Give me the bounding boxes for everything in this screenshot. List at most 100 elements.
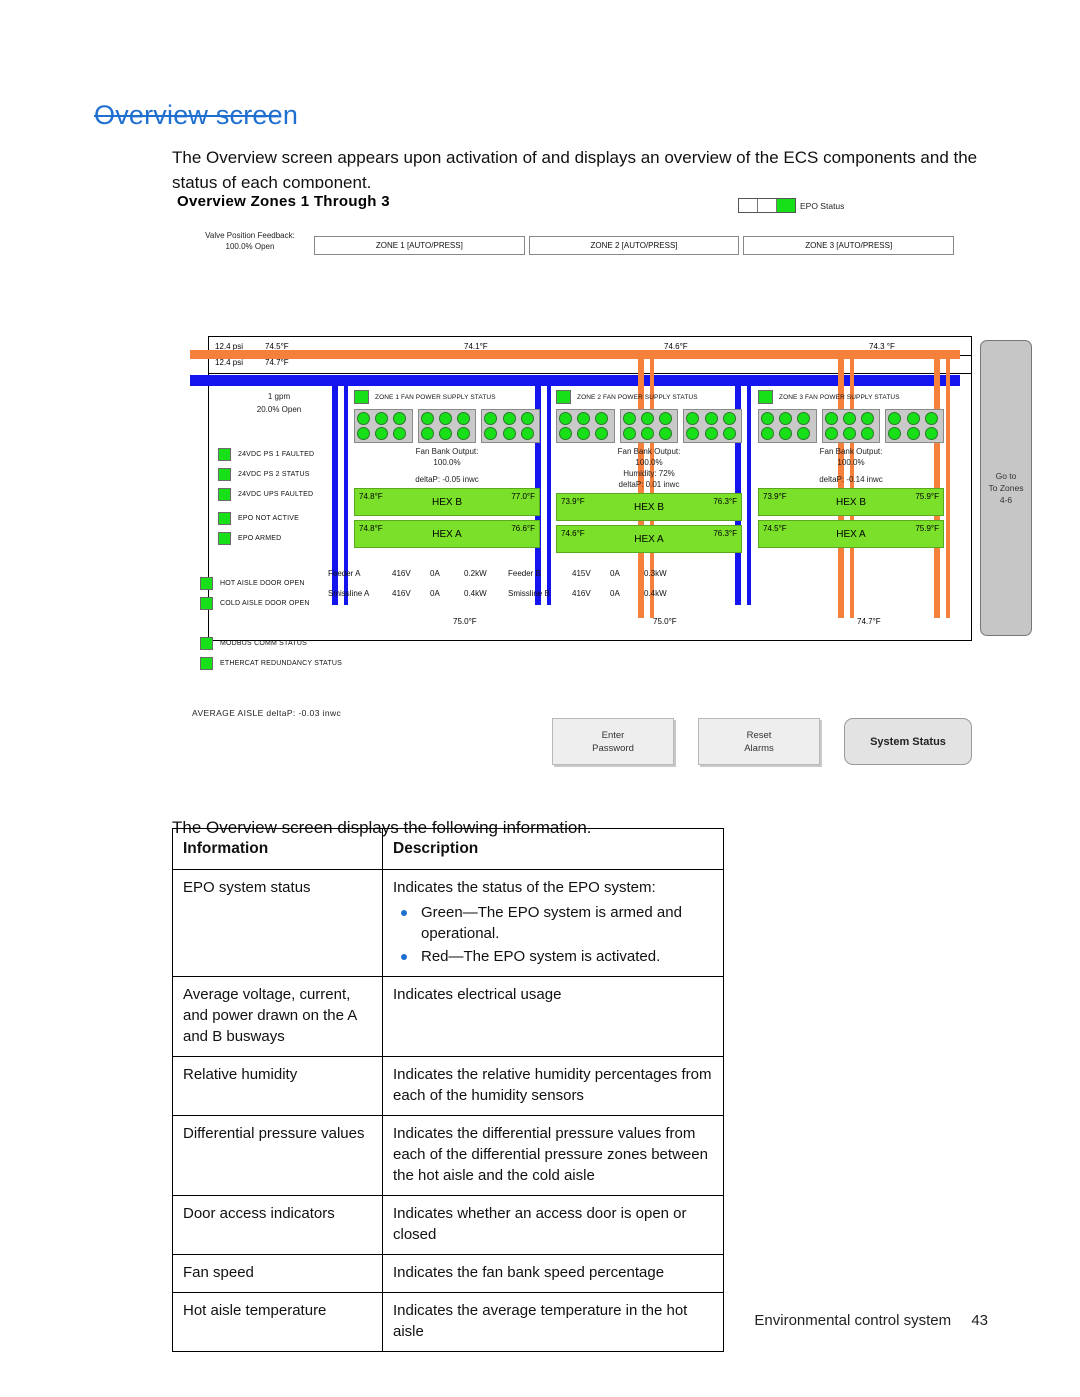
smissline-b-name: Smissline B xyxy=(508,589,550,598)
electrical-readout: Feeder A 416V 0A 0.2kW Feeder B 415V 0A … xyxy=(328,569,688,598)
fan-icon xyxy=(622,412,636,425)
status-lamp-icon xyxy=(218,447,231,461)
fan-bank-output-value: 100.0% xyxy=(433,458,461,467)
valve-feedback-value: 100.0% Open xyxy=(225,242,275,251)
fan-icon xyxy=(761,412,774,425)
hex-inlet-temp: 74.8°F xyxy=(359,492,383,501)
zone-3-cold-aisle-temp: 74.7°F xyxy=(857,617,881,626)
fan-icon xyxy=(761,427,774,440)
fan-icon xyxy=(686,412,700,425)
row-info: Door access indicators xyxy=(172,1195,383,1255)
lamp-row: EPO NOT ACTIVE xyxy=(218,511,314,525)
hex-outlet-temp: 75.9°F xyxy=(915,492,939,501)
zone-3-power-supply-status: ZONE 3 FAN POWER SUPPLY STATUS xyxy=(758,390,944,404)
fan-icon xyxy=(502,412,516,425)
hex-name: HEX B xyxy=(835,496,866,508)
fan-icon xyxy=(779,427,793,440)
return-pressure: 12.4 psi xyxy=(215,358,244,367)
hex-outlet-temp: 76.6°F xyxy=(511,524,535,533)
hex-outlet-temp: 77.0°F xyxy=(511,492,535,501)
zone-3-fan-output: Fan Bank Output: 100.0% xyxy=(758,446,944,468)
fan-bank xyxy=(683,409,743,443)
lamp-label: HOT AISLE DOOR OPEN xyxy=(220,579,305,587)
fan-icon xyxy=(457,412,471,425)
zone-header-row: ZONE 1 [AUTO/PRESS] ZONE 2 [AUTO/PRESS] … xyxy=(314,236,955,255)
epo-status-label: EPO Status xyxy=(800,200,845,211)
zone-3-header-button[interactable]: ZONE 3 [AUTO/PRESS] xyxy=(743,236,955,255)
footer-page-number: 43 xyxy=(971,1312,988,1329)
information-table: Information Description EPO system statu… xyxy=(172,828,724,1352)
row-info: Average voltage, current, and power draw… xyxy=(172,976,383,1057)
fan-icon xyxy=(779,412,793,425)
system-status-button[interactable]: System Status xyxy=(844,718,972,765)
lamp-row: HOT AISLE DOOR OPEN xyxy=(200,576,342,590)
row-desc: Indicates the fan bank speed percentage xyxy=(382,1254,724,1293)
epo-segment-1 xyxy=(739,199,758,212)
hex-outlet-temp: 75.9°F xyxy=(915,524,939,533)
zone-2-panel: ZONE 2 FAN POWER SUPPLY STATUS Fan Bank … xyxy=(556,390,743,553)
lamp-row: 24VDC PS 1 FAULTED xyxy=(218,447,314,461)
zone-3-fan-banks xyxy=(758,409,945,443)
zone-1-hex-b: 74.8°F HEX B 77.0°F xyxy=(354,488,540,516)
zone-2-header-button[interactable]: ZONE 2 [AUTO/PRESS] xyxy=(528,236,740,255)
zone-power-supply-label: ZONE 2 FAN POWER SUPPLY STATUS xyxy=(577,393,698,401)
lamp-label: ETHERCAT REDUNDANCY STATUS xyxy=(220,659,343,667)
hex-inlet-temp: 73.9°F xyxy=(561,497,585,506)
table-header-row: Information Description xyxy=(172,828,724,870)
fan-icon xyxy=(824,412,838,425)
average-aisle-deltap: AVERAGE AISLE deltaP: -0.03 inwc xyxy=(192,708,342,718)
zone-1-panel: ZONE 1 FAN POWER SUPPLY STATUS Fan Bank … xyxy=(354,390,541,548)
row-info: Differential pressure values xyxy=(172,1115,383,1196)
hot-supply-pipe xyxy=(190,350,960,359)
smissline-b-volts: 416V xyxy=(572,589,591,598)
fan-bank-output-value: 100.0% xyxy=(837,458,865,467)
row-desc: Indicates the differential pressure valu… xyxy=(382,1115,724,1196)
fan-icon xyxy=(393,412,407,425)
hex-inlet-temp: 73.9°F xyxy=(763,492,787,501)
fan-icon xyxy=(842,427,856,440)
aisle-status-lamp-list: HOT AISLE DOOR OPEN COLD AISLE DOOR OPEN… xyxy=(200,576,342,676)
fan-icon xyxy=(924,412,938,425)
zone-power-supply-label: ZONE 3 FAN POWER SUPPLY STATUS xyxy=(779,393,900,401)
status-lamp-icon xyxy=(200,656,213,670)
fan-bank-output-label: Fan Bank Output: xyxy=(415,447,479,456)
enter-password-button[interactable]: Enter Password xyxy=(552,718,674,765)
status-lamp-icon xyxy=(354,390,369,404)
smissline-b-watts: 0.4kW xyxy=(644,589,667,598)
cold-supply-pipe xyxy=(190,375,960,386)
fan-icon xyxy=(640,412,654,425)
fan-icon xyxy=(722,412,736,425)
zone-1-header-button[interactable]: ZONE 1 [AUTO/PRESS] xyxy=(314,236,525,255)
fan-icon xyxy=(622,427,636,440)
fan-icon xyxy=(577,412,591,425)
fan-icon xyxy=(924,427,938,440)
zone-1-power-supply-status: ZONE 1 FAN POWER SUPPLY STATUS xyxy=(354,390,540,404)
table-row: EPO system status Indicates the status o… xyxy=(172,869,724,977)
hex-name: HEX A xyxy=(634,533,664,545)
power-status-lamp-list: 24VDC PS 1 FAULTED 24VDC PS 2 STATUS 24V… xyxy=(218,447,314,551)
fan-bank xyxy=(417,409,477,443)
status-lamp-icon xyxy=(200,576,213,590)
feeder-b-name: Feeder B xyxy=(508,569,541,578)
row-desc: Indicates whether an access door is open… xyxy=(382,1195,724,1255)
goto-zones-4-6-button[interactable]: Go to To Zones 4-6 xyxy=(980,340,1032,636)
fan-icon xyxy=(640,427,654,440)
zone-3-deltap: deltaP: -0.14 inwc xyxy=(819,475,883,484)
zone-2-hex-a: 74.6°F HEX A 76.3°F xyxy=(556,525,742,553)
feeder-b-watts: 0.3kW xyxy=(644,569,667,578)
fan-icon xyxy=(888,412,902,425)
lamp-label: 24VDC PS 1 FAULTED xyxy=(238,450,315,458)
row-desc: Indicates the relative humidity percenta… xyxy=(382,1056,724,1116)
valve-position-feedback: Valve Position Feedback: 100.0% Open xyxy=(190,230,310,252)
page-footer: Environmental control system 43 xyxy=(754,1312,988,1329)
fan-bank xyxy=(885,409,945,443)
reset-alarms-button[interactable]: Reset Alarms xyxy=(698,718,820,765)
fan-icon xyxy=(797,427,811,440)
fan-icon xyxy=(595,412,609,425)
return-temp: 74.7°F xyxy=(265,358,289,367)
screenshot-title: Overview Zones 1 Through 3 xyxy=(177,193,390,210)
fan-bank-output-label: Fan Bank Output: xyxy=(617,447,681,456)
action-button-row: Enter Password Reset Alarms System Statu… xyxy=(552,718,972,765)
status-lamp-icon xyxy=(218,511,231,525)
table-row: Differential pressure values Indicates t… xyxy=(172,1115,724,1196)
